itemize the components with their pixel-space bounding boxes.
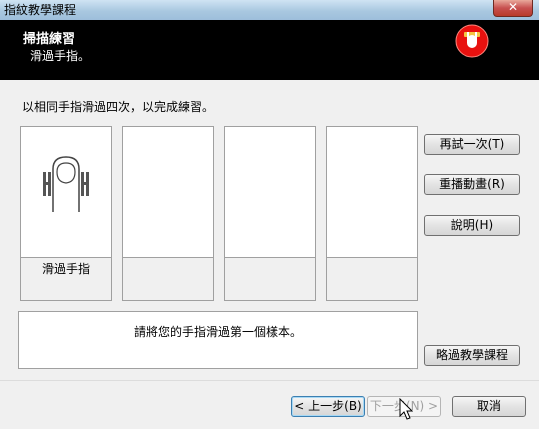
tutorial-window: 指紋教學課程 ✕ 掃描練習 滑過手指。 以相同手指滑過四次，以完成練習。 滑過手… — [0, 0, 539, 429]
message-box: 請將您的手指滑過第一個樣本。 — [18, 311, 418, 369]
sample-caption-text: 滑過手指 — [41, 262, 90, 276]
back-button[interactable]: < 上一步(B) — [291, 396, 365, 417]
replay-animation-button[interactable]: 重播動畫(R) — [424, 174, 520, 195]
header-banner: 掃描練習 滑過手指。 — [0, 20, 539, 80]
sample-slot-4 — [326, 126, 418, 258]
sample-caption-4 — [326, 258, 418, 301]
finger-swipe-icon — [43, 156, 89, 212]
instruction-text: 以相同手指滑過四次，以完成練習。 — [22, 100, 215, 114]
banner-subtitle: 滑過手指。 — [30, 49, 91, 63]
message-text: 請將您的手指滑過第一個樣本。 — [133, 325, 302, 339]
cancel-button[interactable]: 取消 — [452, 396, 526, 417]
fingerprint-reader-icon — [455, 24, 489, 58]
sample-slot-1 — [20, 126, 112, 258]
banner-title: 掃描練習 — [23, 32, 76, 47]
sample-slot-3 — [224, 126, 316, 258]
sample-caption-3 — [224, 258, 316, 301]
close-button[interactable]: ✕ — [493, 0, 533, 17]
help-button[interactable]: 說明(H) — [424, 215, 520, 236]
window-title: 指紋教學課程 — [4, 3, 77, 17]
skip-tutorial-button[interactable]: 略過教學課程 — [424, 345, 520, 366]
sample-caption-2 — [122, 258, 214, 301]
sample-caption-1: 滑過手指 — [20, 258, 112, 301]
mouse-cursor-icon — [399, 398, 413, 420]
retry-button[interactable]: 再試一次(T) — [424, 134, 520, 155]
sample-slot-2 — [122, 126, 214, 258]
title-bar[interactable]: 指紋教學課程 ✕ — [0, 0, 539, 20]
